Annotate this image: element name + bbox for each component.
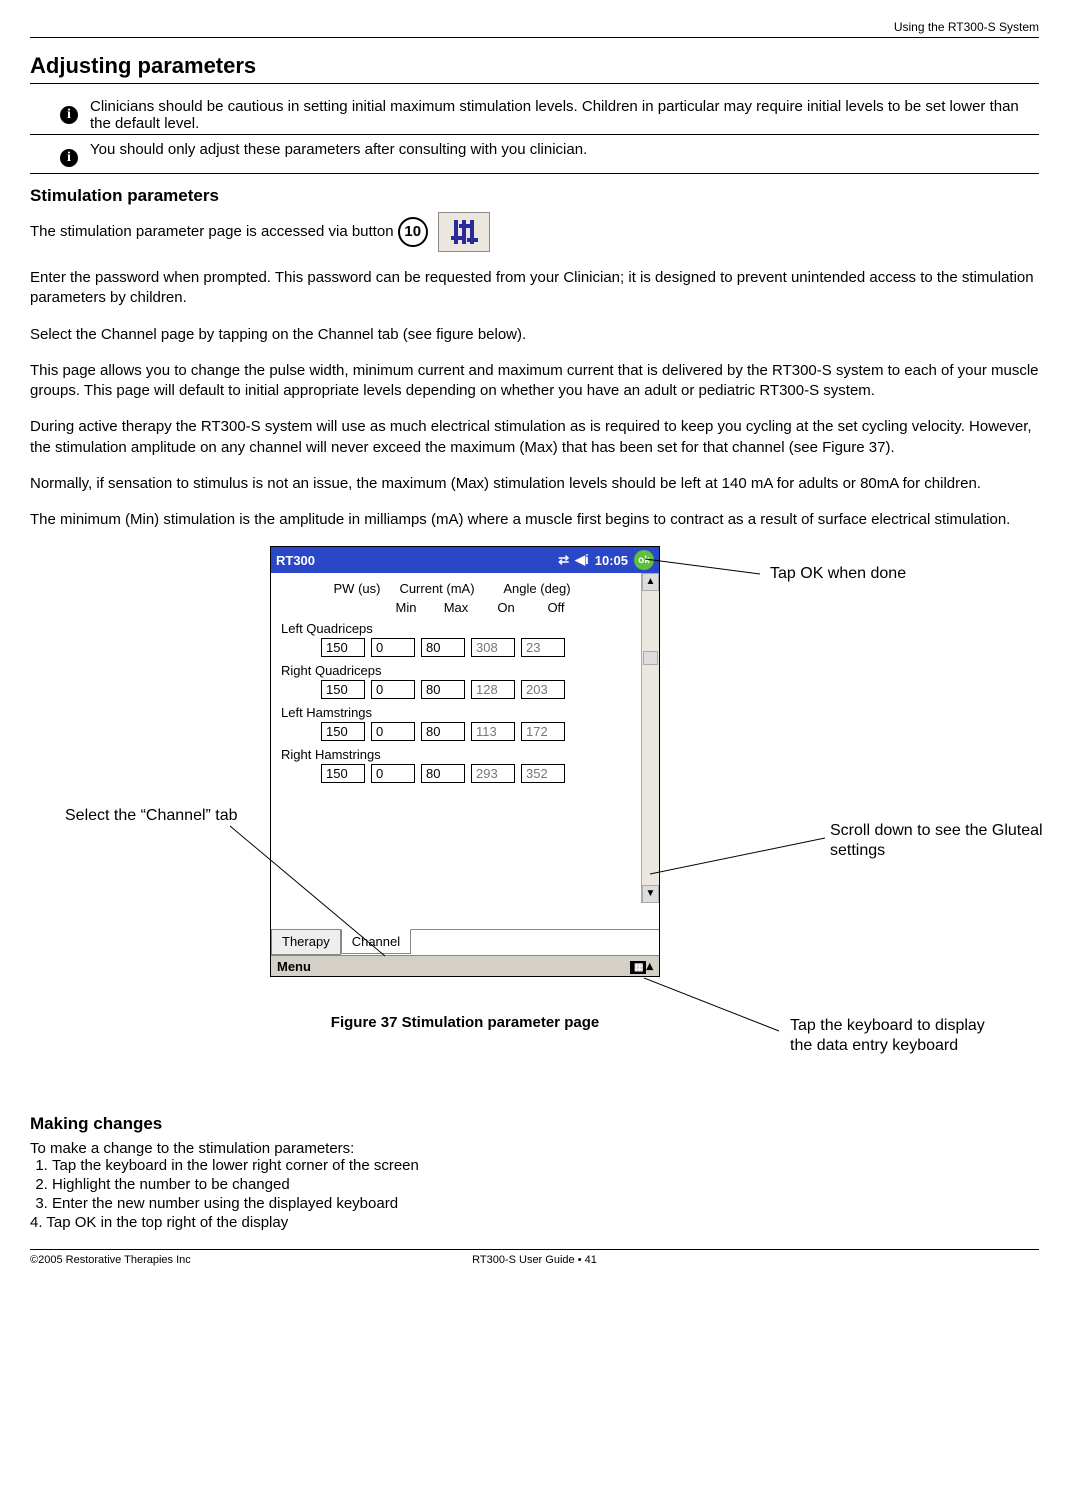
- step: Tap the keyboard in the lower right corn…: [52, 1157, 1039, 1174]
- off-value[interactable]: 203: [521, 680, 565, 699]
- changes-intro: To make a change to the stimulation para…: [30, 1140, 1039, 1157]
- column-headers: PW (us) Current (mA) Angle (deg): [281, 581, 635, 596]
- section-heading: Making changes: [30, 1114, 1039, 1134]
- scroll-up-button[interactable]: ▲: [642, 573, 659, 591]
- info-icon: i: [60, 141, 90, 167]
- paragraph: Enter the password when prompted. This p…: [30, 268, 1039, 309]
- on-value[interactable]: 293: [471, 764, 515, 783]
- step: Highlight the number to be changed: [52, 1176, 1039, 1193]
- muscle-row: Right Quadriceps 150 0 80 128 203: [281, 663, 635, 699]
- content-area: PW (us) Current (mA) Angle (deg) Min Max…: [271, 573, 641, 903]
- sub-headers: Min Max On Off: [281, 600, 635, 615]
- ok-button[interactable]: ok: [634, 550, 654, 570]
- min-input[interactable]: 0: [371, 722, 415, 741]
- figure-area: RT300 ⇄ ◀ἰ 10:05 ok PW (us) Current (mA)…: [30, 546, 1039, 1106]
- sub-on: On: [481, 600, 531, 615]
- tabs: Therapy Channel: [271, 929, 659, 955]
- muscle-row: Left Hamstrings 150 0 80 113 172: [281, 705, 635, 741]
- scroll-region: PW (us) Current (mA) Angle (deg) Min Max…: [271, 573, 659, 903]
- max-input[interactable]: 80: [421, 638, 465, 657]
- connectivity-icon: ⇄: [558, 552, 569, 568]
- on-value[interactable]: 113: [471, 722, 515, 741]
- muscle-label: Right Hamstrings: [281, 747, 635, 762]
- menu-button[interactable]: Menu: [277, 959, 311, 974]
- pw-input[interactable]: 150: [321, 722, 365, 741]
- sub-off: Off: [531, 600, 581, 615]
- section-heading: Stimulation parameters: [30, 186, 1039, 206]
- callout-keyboard: Tap the keyboard to display the data ent…: [790, 1016, 1010, 1056]
- keyboard-icon[interactable]: ▦▴: [630, 958, 653, 974]
- page-header: Using the RT300-S System: [30, 20, 1039, 38]
- volume-icon: ◀ἰ: [575, 552, 589, 568]
- sub-min: Min: [381, 600, 431, 615]
- max-input[interactable]: 80: [421, 680, 465, 699]
- muscle-row: Left Quadriceps 150 0 80 308 23: [281, 621, 635, 657]
- muscle-label: Right Quadriceps: [281, 663, 635, 678]
- min-input[interactable]: 0: [371, 680, 415, 699]
- tab-channel[interactable]: Channel: [341, 929, 411, 954]
- paragraph: Normally, if sensation to stimulus is no…: [30, 474, 1039, 494]
- muscle-label: Left Quadriceps: [281, 621, 635, 636]
- scroll-down-button[interactable]: ▼: [642, 885, 659, 903]
- min-input[interactable]: 0: [371, 764, 415, 783]
- device-screenshot: RT300 ⇄ ◀ἰ 10:05 ok PW (us) Current (mA)…: [270, 546, 660, 977]
- on-value[interactable]: 128: [471, 680, 515, 699]
- sliders-icon: [438, 212, 490, 252]
- col-angle: Angle (deg): [487, 581, 587, 596]
- header-right: Using the RT300-S System: [894, 20, 1039, 34]
- page-footer: ©2005 Restorative Therapies Inc RT300-S …: [30, 1249, 1039, 1266]
- muscle-label: Left Hamstrings: [281, 705, 635, 720]
- info-row: i You should only adjust these parameter…: [30, 135, 1039, 167]
- muscle-row: Right Hamstrings 150 0 80 293 352: [281, 747, 635, 783]
- step: 4. Tap OK in the top right of the displa…: [30, 1214, 1039, 1231]
- info-block: i Clinicians should be cautious in setti…: [30, 92, 1039, 174]
- clock: 10:05: [595, 553, 628, 568]
- page-title: Adjusting parameters: [30, 53, 1039, 84]
- on-value[interactable]: 308: [471, 638, 515, 657]
- info-row: i Clinicians should be cautious in setti…: [30, 92, 1039, 135]
- menu-bar: Menu ▦▴: [271, 955, 659, 976]
- paragraph: The minimum (Min) stimulation is the amp…: [30, 510, 1039, 530]
- button-number-icon: 10: [398, 217, 428, 247]
- paragraph: The stimulation parameter page is access…: [30, 212, 1039, 252]
- step: Enter the new number using the displayed…: [52, 1195, 1039, 1212]
- stim-line-text: The stimulation parameter page is access…: [30, 223, 394, 240]
- off-value[interactable]: 352: [521, 764, 565, 783]
- pw-input[interactable]: 150: [321, 764, 365, 783]
- callout-ok: Tap OK when done: [770, 564, 906, 584]
- paragraph: Select the Channel page by tapping on th…: [30, 325, 1039, 345]
- paragraph: This page allows you to change the pulse…: [30, 361, 1039, 402]
- titlebar: RT300 ⇄ ◀ἰ 10:05 ok: [271, 547, 659, 573]
- sub-max: Max: [431, 600, 481, 615]
- footer-center: RT300-S User Guide • 41: [366, 1254, 702, 1266]
- max-input[interactable]: 80: [421, 722, 465, 741]
- steps-list: Tap the keyboard in the lower right corn…: [30, 1157, 1039, 1212]
- callout-channel: Select the “Channel” tab: [65, 806, 265, 826]
- min-input[interactable]: 0: [371, 638, 415, 657]
- info-icon: i: [60, 98, 90, 124]
- pw-input[interactable]: 150: [321, 638, 365, 657]
- app-title: RT300: [276, 553, 315, 568]
- callout-scroll: Scroll down to see the Gluteal settings: [830, 821, 1060, 861]
- paragraph: During active therapy the RT300-S system…: [30, 417, 1039, 458]
- tab-therapy[interactable]: Therapy: [271, 930, 341, 955]
- footer-left: ©2005 Restorative Therapies Inc: [30, 1254, 366, 1266]
- col-pw: PW (us): [327, 581, 387, 596]
- off-value[interactable]: 172: [521, 722, 565, 741]
- col-current: Current (mA): [387, 581, 487, 596]
- vertical-scrollbar[interactable]: ▲ ▼: [641, 573, 659, 903]
- info-text: You should only adjust these parameters …: [90, 141, 1039, 158]
- max-input[interactable]: 80: [421, 764, 465, 783]
- info-text: Clinicians should be cautious in setting…: [90, 98, 1039, 132]
- pw-input[interactable]: 150: [321, 680, 365, 699]
- figure-caption: Figure 37 Stimulation parameter page: [270, 1014, 660, 1031]
- off-value[interactable]: 23: [521, 638, 565, 657]
- scroll-thumb[interactable]: [643, 651, 658, 665]
